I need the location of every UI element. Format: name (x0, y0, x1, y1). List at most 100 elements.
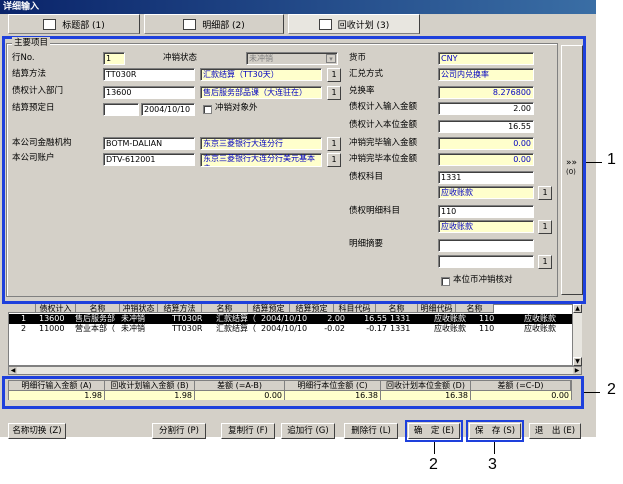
memo-text-input[interactable] (438, 255, 534, 268)
row-no-field: 1 (103, 52, 125, 65)
grid-header[interactable]: 名称 (202, 304, 248, 313)
summary-table: 明细行输入金额 (A) 回收计划输入金额 (B) 差额 (=A-B) 明细行本位… (8, 380, 572, 400)
summary-value: 1.98 (9, 391, 105, 400)
grid-cell: 2004/10/10 (261, 324, 308, 333)
settle-date-prefix-input[interactable] (103, 103, 139, 116)
grid-cell: 2 (21, 324, 27, 333)
account-lookup-button[interactable]: 1 (327, 153, 341, 167)
summary-header: 回收计划输入金额 (B) (105, 381, 195, 391)
callout-line (434, 442, 435, 454)
grid-cell: 售后服务部 (75, 314, 115, 323)
table-row[interactable]: 1 13600 售后服务部 未冲销 TT030R 汇款结算（ 2004/10/1… (9, 314, 572, 324)
delete-row-button[interactable]: 删除行 (L) (344, 423, 398, 439)
summary-value: 1.98 (105, 391, 195, 400)
offset-exclude-checkbox[interactable] (203, 105, 212, 114)
claim-input-amount[interactable]: 2.00 (438, 102, 534, 115)
tab-header[interactable]: 标题部 (1) (8, 14, 140, 34)
summary-value: 0.00 (195, 391, 285, 400)
settle-method-code-input[interactable]: TT030R (103, 68, 195, 81)
grid-cell: 1331 (390, 314, 411, 323)
grid-header[interactable]: 名称 (376, 304, 418, 313)
grid-header[interactable]: 冲销状态 (120, 304, 158, 313)
tab-detail[interactable]: 明细部 (2) (144, 14, 284, 34)
rate-method-value: 公司内兑换率 (438, 68, 534, 81)
grid-header[interactable]: 名称 (456, 304, 494, 313)
grid-cell: 应收账款 (524, 314, 556, 323)
summary-header: 差额 (=A-B) (195, 381, 285, 391)
tab-collection-plan-label: 回收计划 (3) (337, 20, 390, 31)
callout-line (494, 442, 495, 454)
offset-status-value: 未冲销 (249, 54, 273, 63)
settle-method-name: 汇款结算（TT30天） (200, 68, 322, 81)
claim-base-amount[interactable]: 16.55 (438, 120, 534, 133)
rate-method-label: 汇兑方式 (349, 69, 384, 79)
grid-horizontal-scrollbar[interactable]: ◀ ▶ (8, 366, 582, 375)
grid-cell: 110 (479, 324, 495, 333)
name-switch-button[interactable]: 名称切换 (Z) (8, 423, 66, 439)
dept-label: 债权计入部门 (12, 86, 64, 96)
account-label: 本公司账户 (12, 153, 55, 163)
split-row-button[interactable]: 分割行 (P) (152, 423, 206, 439)
claim-base-label: 债权计入本位金额 (349, 120, 418, 130)
scroll-left-icon[interactable]: ◀ (9, 367, 17, 374)
grid-header[interactable]: 明细代码 (418, 304, 456, 313)
summary-value: 16.38 (381, 391, 471, 400)
summary-header: 差额 (=C-D) (471, 381, 571, 391)
exit-button[interactable]: 退 出 (E) (529, 423, 581, 439)
copy-row-button[interactable]: 复制行 (F) (221, 423, 275, 439)
grid-cell: 应收账款 (434, 314, 466, 323)
scroll-down-icon[interactable]: ▼ (573, 357, 582, 366)
window-icon (318, 18, 332, 30)
dept-lookup-button[interactable]: 1 (327, 86, 341, 100)
grid-header[interactable]: 债权计入 (36, 304, 76, 313)
offset-input-amount: 0.00 (438, 137, 534, 150)
detail-subject-code-input[interactable]: 110 (438, 205, 534, 218)
scroll-right-icon[interactable]: ▶ (573, 367, 581, 374)
grid-header[interactable]: 结算预定 (248, 304, 290, 313)
document-icon (183, 18, 197, 30)
summary-header: 明细行本位金额 (C) (285, 381, 381, 391)
grid-header[interactable]: 名称 (76, 304, 120, 313)
side-expand-button[interactable]: »» (0) (561, 45, 583, 295)
subject-lookup-button[interactable]: 1 (538, 186, 552, 200)
memo-lookup-button[interactable]: 1 (538, 255, 552, 269)
grid-header[interactable]: 科目代码 (334, 304, 376, 313)
grid-header[interactable]: 结算方法 (158, 304, 202, 313)
save-callout-box (466, 420, 524, 442)
table-row[interactable]: 2 11000 营业本部（ 未冲销 TT030R 汇款结算（ 2004/10/1… (9, 324, 572, 334)
offset-status-select[interactable]: 未冲销 ▾ (246, 52, 338, 65)
currency-value: CNY (438, 52, 534, 65)
offset-input-label: 冲销完毕输入金额 (349, 138, 418, 148)
detail-subject-lookup-button[interactable]: 1 (538, 220, 552, 234)
bank-org-lookup-button[interactable]: 1 (327, 137, 341, 151)
grid-cell: 2.00 (327, 314, 345, 323)
base-offset-checkbox[interactable] (441, 277, 450, 286)
chevron-down-icon[interactable]: ▾ (326, 54, 336, 63)
dept-code-input[interactable]: 13600 (103, 86, 195, 99)
grid-cell: 16.55 (364, 314, 387, 323)
summary-value: 16.38 (285, 391, 381, 400)
subject-code-input[interactable]: 1331 (438, 171, 534, 184)
scroll-up-icon[interactable]: ▲ (573, 304, 582, 313)
add-row-button[interactable]: 追加行 (G) (281, 423, 335, 439)
settle-method-lookup-button[interactable]: 1 (327, 68, 341, 82)
tab-header-label: 标题部 (1) (62, 20, 105, 31)
book-icon (43, 18, 57, 30)
account-code-input[interactable]: DTV-612001 (103, 153, 195, 166)
grid-cell: 2004/10/10 (261, 314, 308, 323)
grid-cell: TT030R (172, 314, 203, 323)
grid-header[interactable]: 结算预定 (290, 304, 334, 313)
bank-org-label: 本公司金融机构 (12, 138, 72, 148)
bank-org-code-input[interactable]: BOTM-DALIAN (103, 137, 195, 150)
settle-date-input[interactable]: 2004/10/10 (141, 103, 195, 116)
tab-collection-plan[interactable]: 回收计划 (3) (288, 14, 420, 34)
grid-cell: 应收账款 (524, 324, 556, 333)
grid-cell: 1 (21, 314, 27, 323)
subject-label: 债权科目 (349, 172, 384, 182)
callout-number: 1 (607, 151, 616, 168)
grid-vertical-scrollbar[interactable]: ▲ ▼ (572, 304, 582, 366)
detail-subject-name: 应收账款 (438, 220, 534, 233)
claim-input-label: 债权计入输入金额 (349, 102, 418, 112)
memo-code-input[interactable] (438, 239, 534, 252)
bank-org-name: 东京三菱银行大连分行 (200, 137, 322, 150)
